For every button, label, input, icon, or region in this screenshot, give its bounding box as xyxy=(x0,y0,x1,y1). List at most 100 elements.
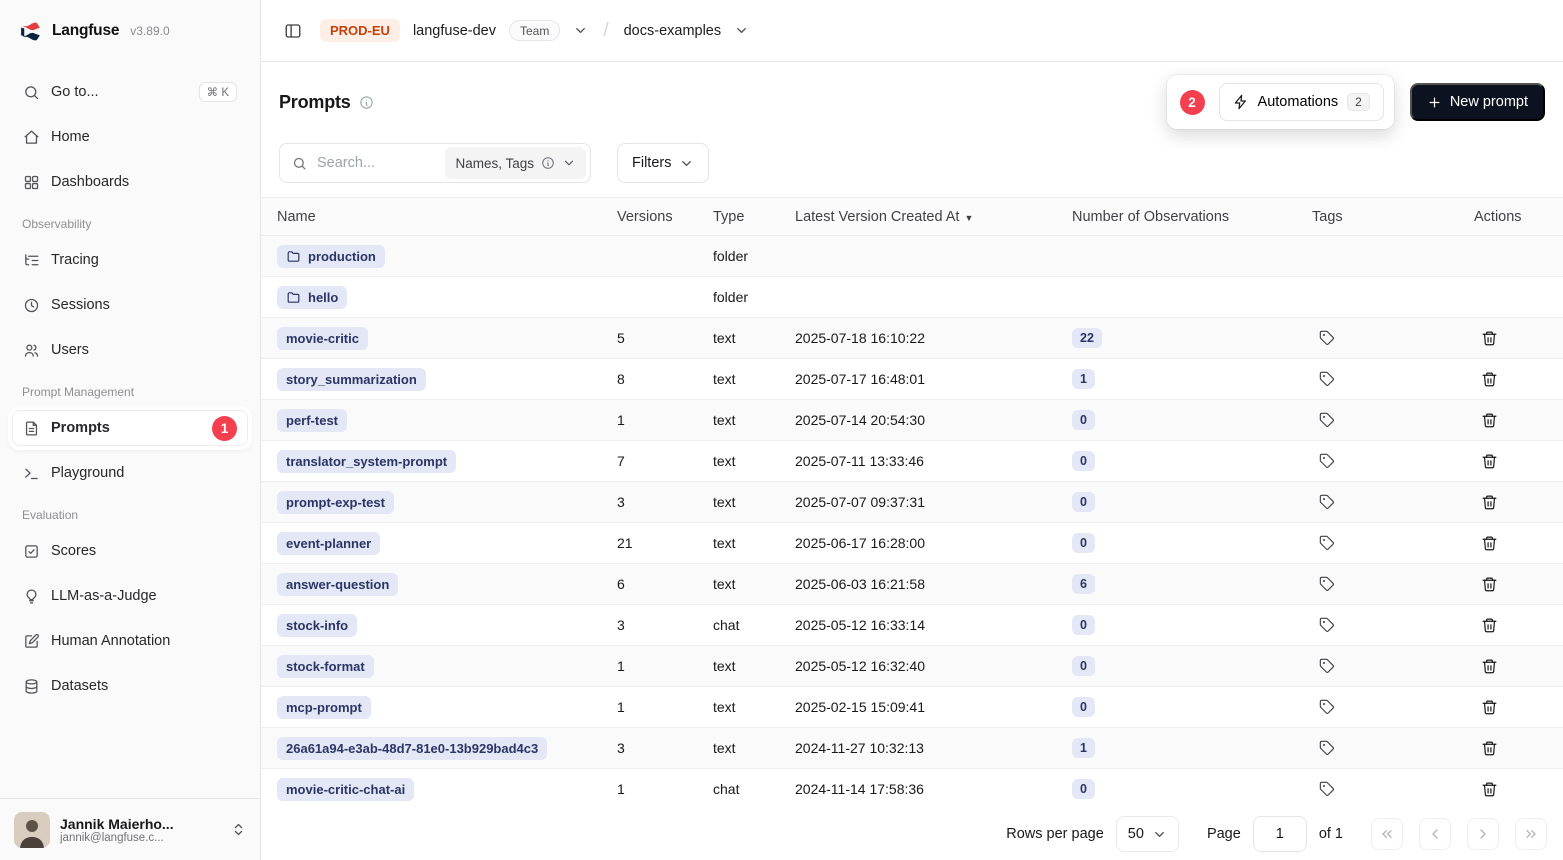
prompt-name-badge[interactable]: movie-critic xyxy=(277,327,368,350)
tag-icon[interactable] xyxy=(1312,692,1342,722)
tag-icon[interactable] xyxy=(1312,774,1342,804)
column-header-name[interactable]: Name xyxy=(261,198,611,236)
goto-search-button[interactable]: Go to... ⌘ K xyxy=(12,74,248,110)
table-row[interactable]: perf-test1text2025-07-14 20:54:300 xyxy=(261,400,1563,441)
prompt-name-badge[interactable]: story_summarization xyxy=(277,368,426,391)
versions-cell: 8 xyxy=(611,359,707,400)
org-name[interactable]: langfuse-dev xyxy=(413,23,496,39)
delete-prompt-button[interactable] xyxy=(1474,405,1504,435)
tag-icon[interactable] xyxy=(1312,733,1342,763)
filters-button[interactable]: Filters xyxy=(617,143,709,183)
table-row[interactable]: stock-format1text2025-05-12 16:32:400 xyxy=(261,646,1563,687)
versions-cell: 3 xyxy=(611,728,707,769)
table-row[interactable]: movie-critic-chat-ai1chat2024-11-14 17:5… xyxy=(261,769,1563,809)
sidebar-item-llm-as-a-judge[interactable]: LLM-as-a-Judge xyxy=(12,578,248,614)
org-chevron-down-icon[interactable] xyxy=(573,23,588,38)
table-row[interactable]: prompt-exp-test3text2025-07-07 09:37:310 xyxy=(261,482,1563,523)
sidebar-item-label: Scores xyxy=(51,543,96,559)
sidebar-item-tracing[interactable]: Tracing xyxy=(12,242,248,278)
sidebar-item-human-annotation[interactable]: Human Annotation xyxy=(12,623,248,659)
column-header-latest-version-created-at[interactable]: Latest Version Created At▼ xyxy=(789,198,1066,236)
project-name[interactable]: docs-examples xyxy=(624,23,722,39)
project-chevron-down-icon[interactable] xyxy=(734,23,749,38)
last-page-button[interactable] xyxy=(1515,818,1547,850)
table-row[interactable]: 26a61a94-e3ab-48d7-81e0-13b929bad4c33tex… xyxy=(261,728,1563,769)
rows-per-page-select[interactable]: 50 xyxy=(1116,816,1179,852)
table-row[interactable]: story_summarization8text2025-07-17 16:48… xyxy=(261,359,1563,400)
table-row[interactable]: productionfolder xyxy=(261,236,1563,277)
tag-icon[interactable] xyxy=(1312,528,1342,558)
prompt-name-badge[interactable]: stock-info xyxy=(277,614,357,637)
delete-prompt-button[interactable] xyxy=(1474,610,1504,640)
search-input[interactable] xyxy=(315,154,437,172)
prompt-name-badge[interactable]: event-planner xyxy=(277,532,380,555)
sidebar-item-label: Playground xyxy=(51,465,124,481)
table-row[interactable]: movie-critic5text2025-07-18 16:10:2222 xyxy=(261,318,1563,359)
tag-icon[interactable] xyxy=(1312,487,1342,517)
sidebar-item-users[interactable]: Users xyxy=(12,332,248,368)
table-row[interactable]: stock-info3chat2025-05-12 16:33:140 xyxy=(261,605,1563,646)
observations-count-badge: 22 xyxy=(1072,328,1102,348)
page-number-input[interactable] xyxy=(1253,816,1307,852)
prompt-name-badge[interactable]: prompt-exp-test xyxy=(277,491,394,514)
info-icon[interactable] xyxy=(359,95,374,110)
column-header-tags[interactable]: Tags xyxy=(1306,198,1468,236)
sidebar-item-sessions[interactable]: Sessions xyxy=(12,287,248,323)
prompt-name-badge[interactable]: movie-critic-chat-ai xyxy=(277,778,414,801)
delete-prompt-button[interactable] xyxy=(1474,528,1504,558)
column-header-label: Latest Version Created At xyxy=(795,209,959,225)
first-page-button[interactable] xyxy=(1371,818,1403,850)
previous-page-button[interactable] xyxy=(1419,818,1451,850)
observations-count-badge: 0 xyxy=(1072,615,1095,635)
prompt-name-badge[interactable]: stock-format xyxy=(277,655,374,678)
table-row[interactable]: event-planner21text2025-06-17 16:28:000 xyxy=(261,523,1563,564)
sidebar-item-dashboards[interactable]: Dashboards xyxy=(12,164,248,200)
tag-icon[interactable] xyxy=(1312,651,1342,681)
table-row[interactable]: hellofolder xyxy=(261,277,1563,318)
automations-button[interactable]: Automations 2 xyxy=(1219,83,1384,121)
table-row[interactable]: translator_system-prompt7text2025-07-11 … xyxy=(261,441,1563,482)
tag-icon[interactable] xyxy=(1312,405,1342,435)
column-header-label: Name xyxy=(277,209,316,225)
sidebar-item-prompts[interactable]: Prompts 1 xyxy=(12,410,248,446)
tag-icon[interactable] xyxy=(1312,610,1342,640)
sidebar-item-playground[interactable]: Playground xyxy=(12,455,248,491)
prompt-name-badge[interactable]: mcp-prompt xyxy=(277,696,371,719)
delete-prompt-button[interactable] xyxy=(1474,487,1504,517)
delete-prompt-button[interactable] xyxy=(1474,446,1504,476)
search-scope-dropdown[interactable]: Names, Tags xyxy=(445,147,586,179)
prompt-name-badge[interactable]: perf-test xyxy=(277,409,347,432)
column-header-number-of-observations[interactable]: Number of Observations xyxy=(1066,198,1306,236)
delete-prompt-button[interactable] xyxy=(1474,692,1504,722)
delete-prompt-button[interactable] xyxy=(1474,651,1504,681)
prompt-name-badge[interactable]: hello xyxy=(277,286,347,309)
prompt-name-label: movie-critic xyxy=(286,331,359,346)
column-header-actions[interactable]: Actions xyxy=(1468,198,1563,236)
prompt-name-badge[interactable]: 26a61a94-e3ab-48d7-81e0-13b929bad4c3 xyxy=(277,737,547,760)
tags-cell xyxy=(1306,769,1468,809)
column-header-type[interactable]: Type xyxy=(707,198,789,236)
delete-prompt-button[interactable] xyxy=(1474,569,1504,599)
table-row[interactable]: answer-question6text2025-06-03 16:21:586 xyxy=(261,564,1563,605)
tag-icon[interactable] xyxy=(1312,446,1342,476)
new-prompt-button[interactable]: New prompt xyxy=(1410,83,1545,121)
prompt-name-badge[interactable]: translator_system-prompt xyxy=(277,450,456,473)
delete-prompt-button[interactable] xyxy=(1474,774,1504,804)
delete-prompt-button[interactable] xyxy=(1474,323,1504,353)
prompt-name-badge[interactable]: answer-question xyxy=(277,573,398,596)
prompt-name-badge[interactable]: production xyxy=(277,245,385,268)
table-row[interactable]: mcp-prompt1text2025-02-15 15:09:410 xyxy=(261,687,1563,728)
tag-icon[interactable] xyxy=(1312,569,1342,599)
user-menu[interactable]: Jannik Maierho... jannik@langfuse.c... xyxy=(0,798,260,860)
sidebar-item-datasets[interactable]: Datasets xyxy=(12,668,248,704)
next-page-button[interactable] xyxy=(1467,818,1499,850)
tag-icon[interactable] xyxy=(1312,323,1342,353)
delete-prompt-button[interactable] xyxy=(1474,364,1504,394)
delete-prompt-button[interactable] xyxy=(1474,733,1504,763)
tag-icon[interactable] xyxy=(1312,364,1342,394)
sidebar-item-home[interactable]: Home xyxy=(12,119,248,155)
column-header-versions[interactable]: Versions xyxy=(611,198,707,236)
sidebar-item-scores[interactable]: Scores xyxy=(12,533,248,569)
column-header-label: Number of Observations xyxy=(1072,209,1229,225)
sidebar-toggle-button[interactable] xyxy=(279,17,307,45)
